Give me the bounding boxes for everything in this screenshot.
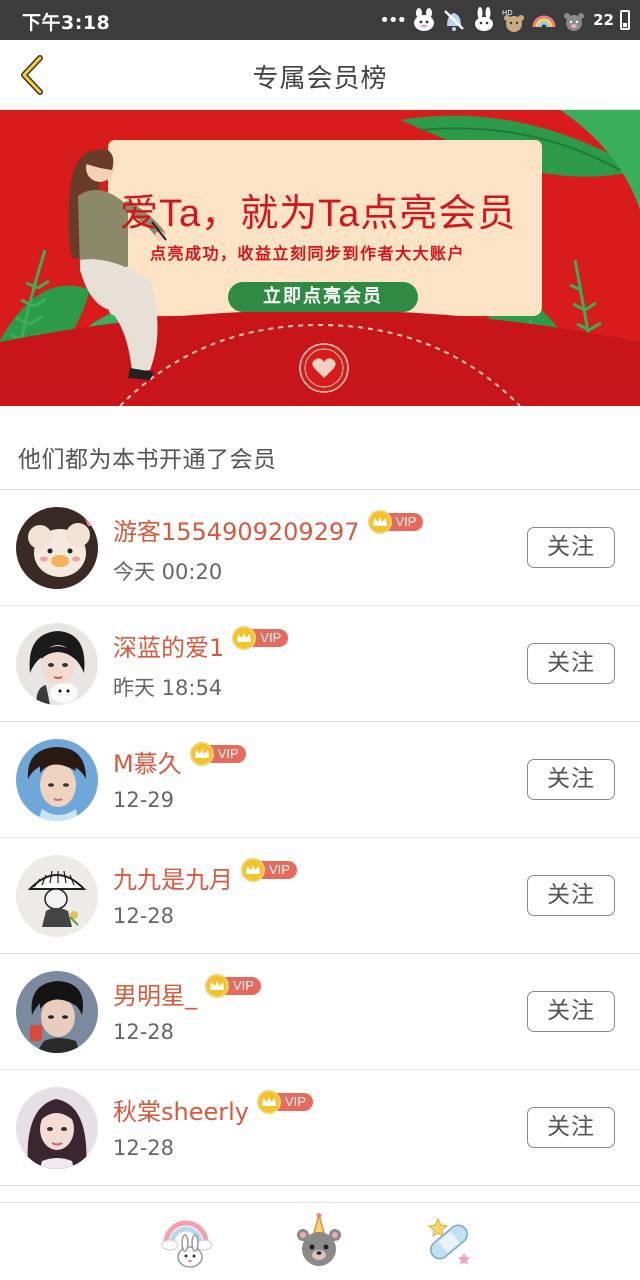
member-name-wrap: 深蓝的爱1 VIP <box>113 625 289 663</box>
party-bear-icon[interactable] <box>290 1213 348 1271</box>
member-date: 12-28 <box>113 1136 175 1160</box>
banner-subline: 点亮成功，收益立刻同步到作者大大账户 <box>150 244 466 263</box>
avatar[interactable] <box>16 507 98 589</box>
member-name-wrap: 九九是九月 VIP <box>113 857 297 895</box>
bear-wifi-icon <box>564 13 585 31</box>
vip-badge: VIP <box>232 625 289 650</box>
battery-level: 22 <box>593 11 614 29</box>
hd-bear-icon: HD <box>502 9 525 32</box>
follow-button[interactable]: 关注 <box>527 991 615 1032</box>
status-icons: ••• HD 22 <box>379 4 630 36</box>
vip-badge: VIP <box>367 509 424 534</box>
list-item[interactable]: 秋棠sheerly VIP 12-28 关注 <box>0 1070 640 1186</box>
rainbow-signal-icon <box>532 15 556 28</box>
member-name[interactable]: 游客1554909209297 <box>113 512 360 547</box>
light-up-membership-button[interactable]: 立即点亮会员 <box>228 282 418 312</box>
avatar[interactable] <box>16 1087 98 1169</box>
member-name[interactable]: 九九是九月 <box>113 860 233 895</box>
follow-button[interactable]: 关注 <box>527 759 615 800</box>
follow-button[interactable]: 关注 <box>527 875 615 916</box>
avatar[interactable] <box>16 971 98 1053</box>
notification-dots: ••• <box>379 9 407 31</box>
member-name[interactable]: 深蓝的爱1 <box>113 628 224 663</box>
crown-icon <box>189 741 214 766</box>
vip-badge: VIP <box>189 741 246 766</box>
crown-icon <box>256 1089 281 1114</box>
status-time: 下午3:18 <box>22 12 111 34</box>
member-name-wrap: 秋棠sheerly VIP <box>113 1089 313 1127</box>
member-name-wrap: 游客1554909209297 VIP <box>113 509 424 547</box>
rainbow-rabbit-icon[interactable] <box>160 1213 218 1271</box>
star-bandage-icon[interactable] <box>420 1213 478 1271</box>
member-date: 昨天 18:54 <box>113 676 223 700</box>
list-item[interactable]: 九九是九月 VIP 12-28 关注 <box>0 838 640 954</box>
list-item[interactable]: 深蓝的爱1 VIP 昨天 18:54 关注 <box>0 606 640 722</box>
member-date: 今天 00:20 <box>113 560 223 584</box>
top-nav-bar: 专属会员榜 <box>0 40 640 110</box>
crown-icon <box>232 625 257 650</box>
member-name[interactable]: 男明星_ <box>113 976 197 1011</box>
member-name[interactable]: M慕久 <box>113 744 182 779</box>
status-bar: 下午3:18 ••• HD 22 <box>0 0 640 40</box>
member-name-wrap: 男明星_ VIP <box>113 973 261 1011</box>
crown-icon <box>241 857 265 882</box>
vip-badge: VIP <box>205 973 261 998</box>
crown-icon <box>205 973 229 998</box>
list-item[interactable]: 游客1554909209297 VIP 今天 00:20 关注 <box>0 490 640 606</box>
member-date: 12-28 <box>113 904 175 928</box>
follow-button[interactable]: 关注 <box>527 527 615 568</box>
vip-badge: VIP <box>256 1089 313 1114</box>
battery-icon <box>620 10 630 30</box>
crown-icon <box>367 509 392 534</box>
avatar[interactable] <box>16 855 98 937</box>
avatar[interactable] <box>16 739 98 821</box>
rabbit-face-icon <box>475 7 494 31</box>
rabbit-sticker-icon <box>414 8 435 31</box>
page-title: 专属会员榜 <box>252 64 388 94</box>
follow-button[interactable]: 关注 <box>527 1107 615 1148</box>
member-name-wrap: M慕久 VIP <box>113 741 246 779</box>
list-item[interactable]: M慕久 VIP 12-29 关注 <box>0 722 640 838</box>
bell-off-sticker-icon <box>444 10 465 31</box>
member-date: 12-28 <box>113 1020 175 1044</box>
avatar[interactable] <box>16 623 98 705</box>
vip-badge: VIP <box>241 857 297 882</box>
promo-banner[interactable]: 爱Ta，就为Ta点亮会员 点亮成功，收益立刻同步到作者大大账户 立即点亮会员 <box>0 110 640 406</box>
member-date: 12-29 <box>113 788 175 812</box>
banner-headline: 爱Ta，就为Ta点亮会员 <box>120 193 517 235</box>
member-name[interactable]: 秋棠sheerly <box>113 1092 249 1127</box>
section-title: 他们都为本书开通了会员 <box>18 447 277 473</box>
bottom-nav-bar <box>0 1202 640 1280</box>
list-item[interactable]: 男明星_ VIP 12-28 关注 <box>0 954 640 1070</box>
follow-button[interactable]: 关注 <box>527 643 615 684</box>
